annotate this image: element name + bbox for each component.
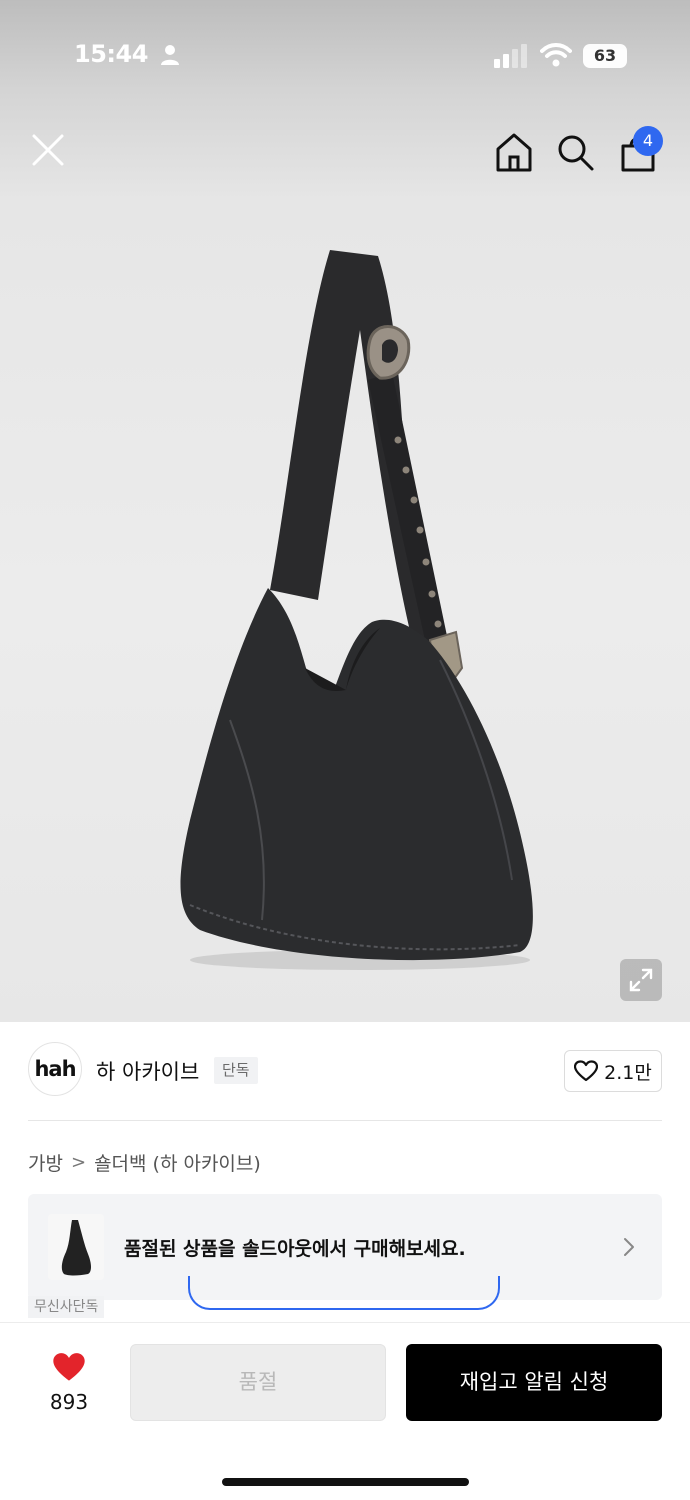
expand-icon <box>629 968 653 992</box>
wifi-icon <box>540 43 572 67</box>
brand-logo[interactable]: hah <box>28 1042 82 1096</box>
signal-icon <box>494 44 527 68</box>
heart-filled-icon <box>53 1353 85 1381</box>
banner-product-thumbnail <box>48 1214 104 1280</box>
wishlist-button[interactable]: 893 <box>30 1346 108 1422</box>
home-button[interactable] <box>492 128 536 176</box>
breadcrumb-separator: > <box>70 1152 87 1173</box>
brand-like-button[interactable]: 2.1만 <box>564 1050 662 1092</box>
close-button[interactable] <box>26 126 70 174</box>
soldout-button: 품절 <box>130 1344 386 1421</box>
search-icon <box>558 135 594 171</box>
status-time: 15:44 <box>74 40 148 68</box>
restock-alert-button[interactable]: 재입고 알림 신청 <box>406 1344 662 1421</box>
exclusive-badge: 단독 <box>214 1057 258 1084</box>
divider <box>28 1120 662 1121</box>
product-image-area[interactable]: 15:44 63 4 <box>0 0 690 1022</box>
cart-count-badge[interactable]: 4 <box>633 126 663 156</box>
person-icon <box>161 45 179 65</box>
partially-hidden-pill <box>188 1276 500 1310</box>
close-icon <box>32 134 64 166</box>
search-button[interactable] <box>553 128 597 176</box>
breadcrumb: 가방 > 숄더백 (하 아카이브) <box>28 1149 261 1176</box>
partially-hidden-tag: 무신사단독 <box>28 1296 105 1318</box>
brand-name-link[interactable]: 하 아카이브 <box>96 1056 199 1086</box>
battery-indicator: 63 <box>583 44 627 68</box>
banner-text: 품절된 상품을 솔드아웃에서 구매해보세요. <box>124 1238 466 1260</box>
home-icon <box>496 133 532 172</box>
home-indicator[interactable] <box>222 1478 469 1486</box>
brand-row: hah 하 아카이브 단독 2.1만 <box>28 1042 662 1100</box>
heart-outline-icon <box>574 1060 599 1082</box>
expand-image-button[interactable] <box>620 959 662 1001</box>
breadcrumb-category[interactable]: 가방 <box>28 1149 63 1176</box>
breadcrumb-subcategory[interactable]: 숄더백 (하 아카이브) <box>94 1149 261 1176</box>
status-bar: 15:44 63 <box>0 0 690 110</box>
like-count: 2.1만 <box>604 1061 652 1084</box>
chevron-right-icon <box>624 1238 634 1256</box>
wishlist-count: 893 <box>49 1390 89 1414</box>
